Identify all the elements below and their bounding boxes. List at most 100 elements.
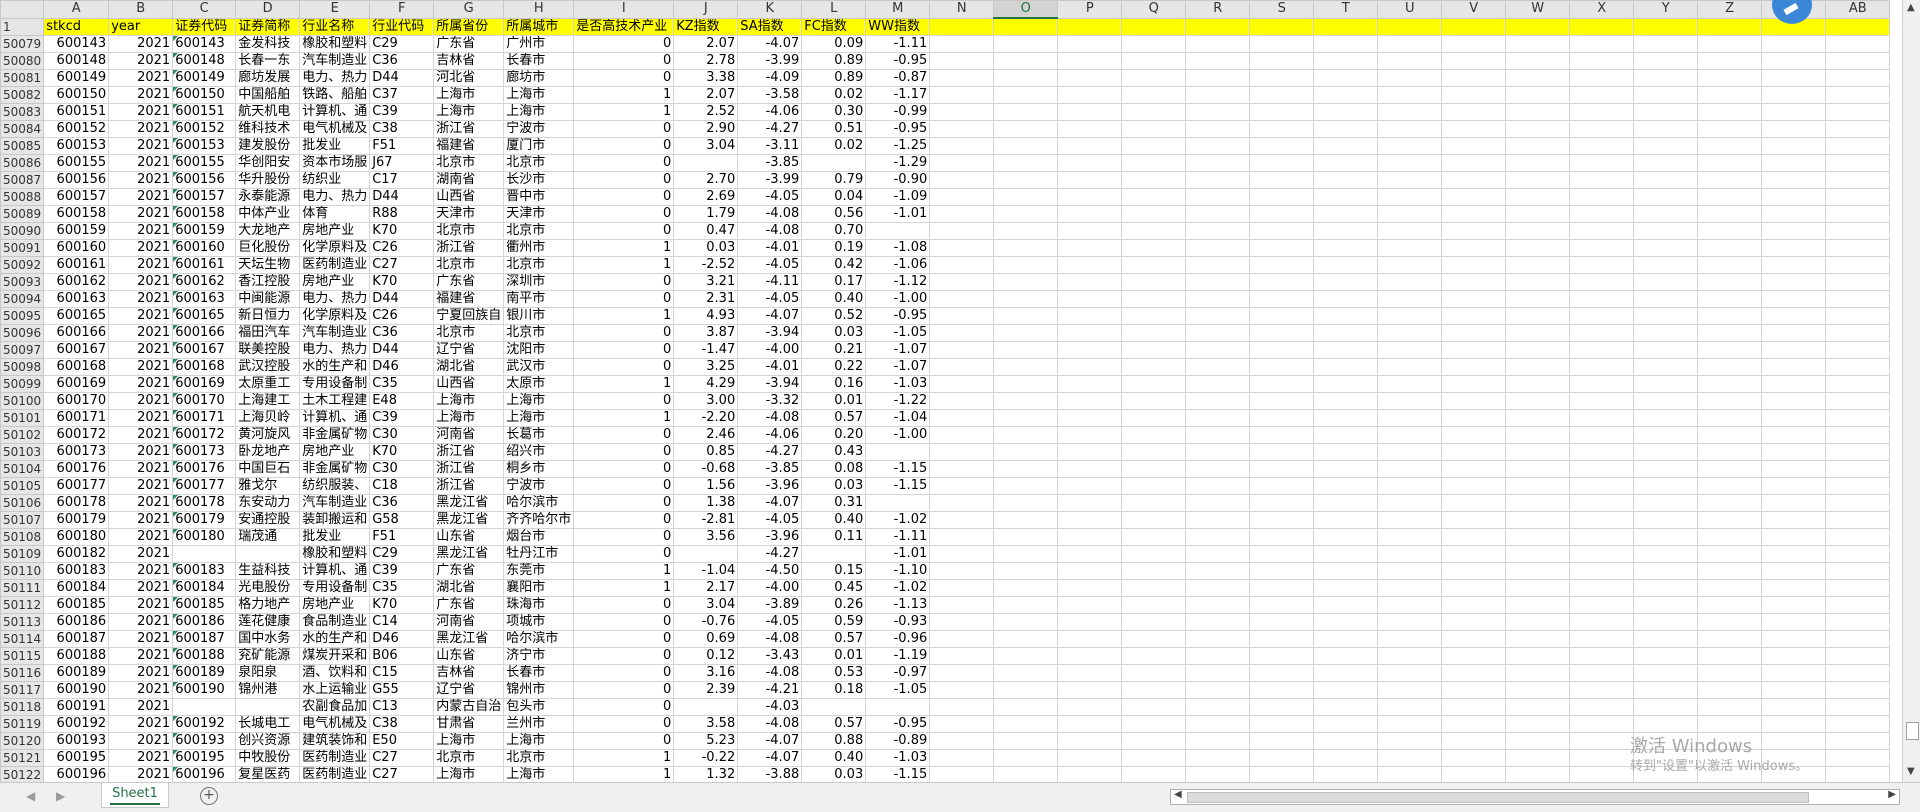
empty-cell[interactable] <box>1057 680 1123 699</box>
table-cell[interactable]: 2021 <box>108 102 174 121</box>
table-cell[interactable]: 桐乡市 <box>503 459 575 478</box>
empty-cell[interactable] <box>1377 204 1443 223</box>
empty-cell[interactable] <box>1761 629 1827 648</box>
empty-cell[interactable] <box>1185 765 1251 784</box>
table-cell[interactable]: 0.57 <box>801 629 867 648</box>
table-cell[interactable]: F51 <box>369 136 435 155</box>
table-cell[interactable]: 福建省 <box>433 289 505 308</box>
empty-cell[interactable] <box>1505 646 1571 665</box>
table-cell[interactable]: -0.95 <box>865 119 931 138</box>
table-cell[interactable]: 2021 <box>108 170 174 189</box>
table-cell[interactable]: 0.57 <box>801 408 867 427</box>
table-cell[interactable]: 中体产业 <box>235 204 301 223</box>
empty-cell[interactable] <box>1057 459 1123 478</box>
empty-cell[interactable] <box>1569 714 1635 733</box>
table-cell[interactable]: 0 <box>573 442 675 461</box>
empty-cell[interactable] <box>1249 34 1315 53</box>
table-cell[interactable]: 600143 <box>43 34 110 53</box>
empty-cell[interactable] <box>1185 629 1251 648</box>
empty-cell[interactable] <box>1249 153 1315 172</box>
empty-cell[interactable] <box>1825 17 1891 36</box>
table-cell[interactable]: -4.08 <box>737 663 803 682</box>
table-cell[interactable]: 600178 <box>172 493 237 512</box>
table-cell[interactable]: 生益科技 <box>235 561 301 580</box>
empty-cell[interactable] <box>1569 493 1635 512</box>
table-cell[interactable]: -1.05 <box>865 680 931 699</box>
table-cell[interactable]: -4.01 <box>737 357 803 376</box>
table-cell[interactable]: 3.16 <box>673 663 739 682</box>
empty-cell[interactable] <box>1185 493 1251 512</box>
table-cell[interactable] <box>235 697 301 716</box>
empty-cell[interactable] <box>1633 85 1699 104</box>
table-cell[interactable]: 600155 <box>43 153 110 172</box>
table-cell[interactable]: 0.03 <box>801 323 867 342</box>
empty-cell[interactable] <box>1121 663 1187 682</box>
empty-cell[interactable] <box>1249 119 1315 138</box>
table-cell[interactable]: 2021 <box>108 442 174 461</box>
row-number[interactable]: 50119 <box>0 714 45 733</box>
empty-cell[interactable] <box>1569 408 1635 427</box>
table-cell[interactable]: 东莞市 <box>503 561 575 580</box>
empty-cell[interactable] <box>1697 34 1763 53</box>
scroll-left-icon[interactable]: ◀ <box>1174 789 1182 800</box>
empty-cell[interactable] <box>1057 544 1123 563</box>
table-cell[interactable]: 0.53 <box>801 663 867 682</box>
table-cell[interactable]: C27 <box>369 748 435 767</box>
table-cell[interactable]: 0 <box>573 289 675 308</box>
empty-cell[interactable] <box>1377 170 1443 189</box>
table-cell[interactable]: 0 <box>573 544 675 563</box>
empty-cell[interactable] <box>929 204 995 223</box>
select-all-corner[interactable] <box>0 0 45 19</box>
table-cell[interactable]: -1.04 <box>865 408 931 427</box>
empty-cell[interactable] <box>1057 578 1123 597</box>
empty-cell[interactable] <box>929 714 995 733</box>
empty-cell[interactable] <box>1569 51 1635 70</box>
empty-cell[interactable] <box>1505 561 1571 580</box>
empty-cell[interactable] <box>1633 595 1699 614</box>
scroll-down-icon[interactable]: ▼ <box>1907 766 1915 777</box>
table-cell[interactable]: 长春市 <box>503 663 575 682</box>
empty-cell[interactable] <box>1633 51 1699 70</box>
table-cell[interactable]: 0 <box>573 170 675 189</box>
table-cell[interactable]: 0.04 <box>801 187 867 206</box>
table-cell[interactable]: 0.11 <box>801 527 867 546</box>
table-cell[interactable]: 计算机、通 <box>299 102 371 121</box>
empty-cell[interactable] <box>1249 408 1315 427</box>
table-cell[interactable]: 600159 <box>172 221 237 240</box>
empty-cell[interactable] <box>1825 51 1891 70</box>
empty-cell[interactable] <box>1377 595 1443 614</box>
table-cell[interactable]: 中国巨石 <box>235 459 301 478</box>
empty-cell[interactable] <box>1057 374 1123 393</box>
table-cell[interactable]: 晋中市 <box>503 187 575 206</box>
empty-cell[interactable] <box>929 306 995 325</box>
table-cell[interactable]: 600186 <box>172 612 237 631</box>
row-number[interactable]: 1 <box>0 17 45 36</box>
empty-cell[interactable] <box>1825 153 1891 172</box>
empty-cell[interactable] <box>1185 17 1251 36</box>
empty-cell[interactable] <box>1377 255 1443 274</box>
empty-cell[interactable] <box>1697 17 1763 36</box>
table-cell[interactable]: 华创阳安 <box>235 153 301 172</box>
empty-cell[interactable] <box>1185 170 1251 189</box>
empty-cell[interactable] <box>993 731 1059 750</box>
table-cell[interactable]: K70 <box>369 272 435 291</box>
empty-cell[interactable] <box>1057 85 1123 104</box>
empty-cell[interactable] <box>1697 408 1763 427</box>
table-cell[interactable]: 银川市 <box>503 306 575 325</box>
empty-cell[interactable] <box>1697 595 1763 614</box>
empty-cell[interactable] <box>1377 714 1443 733</box>
empty-cell[interactable] <box>993 561 1059 580</box>
table-cell[interactable]: 600155 <box>172 153 237 172</box>
table-cell[interactable]: 2021 <box>108 493 174 512</box>
table-cell[interactable]: 600153 <box>172 136 237 155</box>
empty-cell[interactable] <box>1569 731 1635 750</box>
row-number[interactable]: 50107 <box>0 510 45 529</box>
empty-cell[interactable] <box>1313 289 1379 308</box>
empty-cell[interactable] <box>1633 561 1699 580</box>
empty-cell[interactable] <box>1313 204 1379 223</box>
empty-cell[interactable] <box>1633 153 1699 172</box>
table-cell[interactable]: 600189 <box>172 663 237 682</box>
empty-cell[interactable] <box>1185 714 1251 733</box>
empty-cell[interactable] <box>1057 119 1123 138</box>
empty-cell[interactable] <box>993 17 1059 36</box>
